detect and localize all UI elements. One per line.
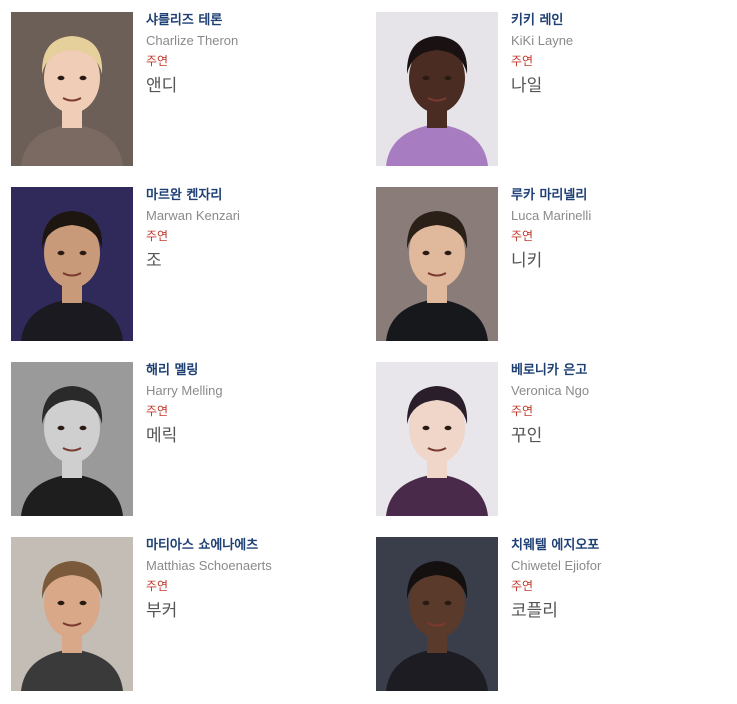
actor-portrait — [376, 12, 498, 166]
actor-info: 루카 마리넬리 Luca Marinelli 주연 니키 — [511, 187, 691, 272]
cast-card: 치웨텔 에지오포 Chiwetel Ejiofor 주연 코플리 — [376, 537, 676, 691]
actor-portrait — [11, 362, 133, 516]
actor-photo[interactable] — [376, 187, 498, 341]
actor-portrait — [11, 537, 133, 691]
actor-english-name: Veronica Ngo — [511, 383, 590, 398]
actor-english-name: KiKi Layne — [511, 33, 574, 48]
actor-portrait — [11, 187, 133, 341]
actor-photo[interactable] — [376, 12, 498, 166]
role-type-label: 주연 — [511, 404, 534, 418]
actor-english-name: Matthias Schoenaerts — [146, 558, 272, 573]
actor-english-name: Charlize Theron — [146, 33, 239, 48]
cast-card: 루카 마리넬리 Luca Marinelli 주연 니키 — [376, 187, 676, 341]
actor-korean-name[interactable]: 마티아스 쇼에나에츠 — [146, 537, 326, 554]
role-type-label: 주연 — [511, 229, 534, 243]
actor-korean-name[interactable]: 치웨텔 에지오포 — [511, 537, 691, 554]
actor-korean-name[interactable]: 베로니카 은고 — [511, 362, 691, 379]
actor-photo[interactable] — [11, 187, 133, 341]
cast-card: 샤를리즈 테론 Charlize Theron 주연 앤디 — [11, 12, 311, 166]
actor-info: 샤를리즈 테론 Charlize Theron 주연 앤디 — [146, 12, 326, 97]
actor-korean-name[interactable]: 루카 마리넬리 — [511, 187, 691, 204]
character-name: 꾸인 — [511, 426, 543, 446]
actor-korean-name[interactable]: 마르완 켄자리 — [146, 187, 326, 204]
actor-info: 키키 레인 KiKi Layne 주연 나일 — [511, 12, 691, 97]
character-name: 코플리 — [511, 601, 558, 621]
role-type-label: 주연 — [146, 229, 169, 243]
actor-photo[interactable] — [376, 537, 498, 691]
role-type-label: 주연 — [146, 54, 169, 68]
actor-portrait — [376, 537, 498, 691]
character-name: 앤디 — [146, 76, 178, 96]
actor-korean-name[interactable]: 해리 멜링 — [146, 362, 326, 379]
cast-card: 마르완 켄자리 Marwan Kenzari 주연 조 — [11, 187, 311, 341]
actor-photo[interactable] — [11, 362, 133, 516]
actor-english-name: Marwan Kenzari — [146, 208, 240, 223]
actor-info: 베로니카 은고 Veronica Ngo 주연 꾸인 — [511, 362, 691, 447]
actor-photo[interactable] — [11, 537, 133, 691]
actor-english-name: Luca Marinelli — [511, 208, 592, 223]
actor-info: 마티아스 쇼에나에츠 Matthias Schoenaerts 주연 부커 — [146, 537, 326, 622]
actor-info: 마르완 켄자리 Marwan Kenzari 주연 조 — [146, 187, 326, 272]
character-name: 니키 — [511, 251, 543, 271]
actor-photo[interactable] — [376, 362, 498, 516]
actor-korean-name[interactable]: 키키 레인 — [511, 12, 691, 29]
actor-english-name: Harry Melling — [146, 383, 223, 398]
cast-card: 키키 레인 KiKi Layne 주연 나일 — [376, 12, 676, 166]
character-name: 메릭 — [146, 426, 178, 446]
role-type-label: 주연 — [146, 404, 169, 418]
actor-portrait — [376, 187, 498, 341]
cast-card: 베로니카 은고 Veronica Ngo 주연 꾸인 — [376, 362, 676, 516]
actor-portrait — [11, 12, 133, 166]
actor-korean-name[interactable]: 샤를리즈 테론 — [146, 12, 326, 29]
actor-portrait — [376, 362, 498, 516]
actor-info: 치웨텔 에지오포 Chiwetel Ejiofor 주연 코플리 — [511, 537, 691, 622]
role-type-label: 주연 — [511, 579, 534, 593]
cast-card: 해리 멜링 Harry Melling 주연 메릭 — [11, 362, 311, 516]
character-name: 부커 — [146, 601, 178, 621]
role-type-label: 주연 — [146, 579, 169, 593]
role-type-label: 주연 — [511, 54, 534, 68]
cast-card: 마티아스 쇼에나에츠 Matthias Schoenaerts 주연 부커 — [11, 537, 311, 691]
actor-photo[interactable] — [11, 12, 133, 166]
actor-info: 해리 멜링 Harry Melling 주연 메릭 — [146, 362, 326, 447]
character-name: 조 — [146, 251, 162, 271]
character-name: 나일 — [511, 76, 543, 96]
actor-english-name: Chiwetel Ejiofor — [511, 558, 602, 573]
